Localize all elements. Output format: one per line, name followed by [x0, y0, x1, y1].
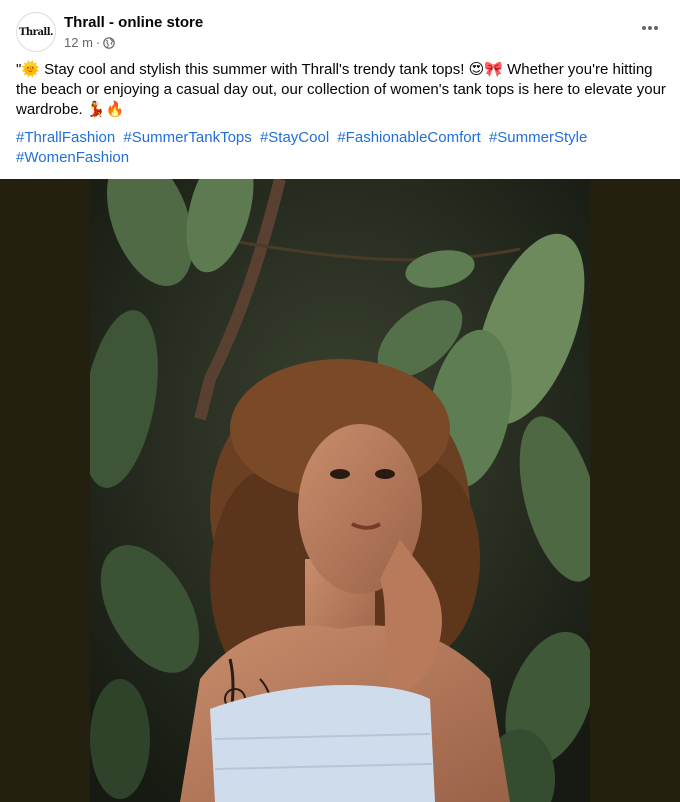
photo-illustration	[90, 179, 590, 802]
post-media[interactable]	[0, 179, 680, 802]
more-options-button[interactable]	[636, 14, 664, 42]
hashtag-list: #ThrallFashion #SummerTankTops #StayCool…	[16, 128, 668, 168]
hashtag-link[interactable]: #SummerStyle	[489, 129, 587, 146]
hashtag-link[interactable]: #SummerTankTops	[123, 129, 251, 146]
post-time[interactable]: 12 m	[64, 35, 93, 50]
avatar[interactable]: Thrall.	[16, 12, 56, 52]
more-horizontal-icon	[642, 26, 658, 30]
post-meta: 12 m ·	[64, 35, 116, 50]
avatar-logo-text: Thrall.	[18, 26, 54, 38]
hashtag-link[interactable]: #FashionableComfort	[337, 129, 480, 146]
post-header: Thrall. Thrall - online store 12 m ·	[16, 12, 664, 52]
author-name[interactable]: Thrall - online store	[64, 14, 203, 31]
post-card: Thrall. Thrall - online store 12 m · "🌞 …	[0, 0, 680, 802]
meta-separator: ·	[95, 35, 101, 50]
post-photo[interactable]	[90, 179, 590, 802]
globe-icon[interactable]	[103, 36, 116, 49]
hashtag-link[interactable]: #WomenFashion	[16, 149, 129, 166]
hashtag-link[interactable]: #ThrallFashion	[16, 129, 115, 146]
post-text: "🌞 Stay cool and stylish this summer wit…	[16, 61, 666, 118]
hashtag-link[interactable]: #StayCool	[260, 129, 329, 146]
